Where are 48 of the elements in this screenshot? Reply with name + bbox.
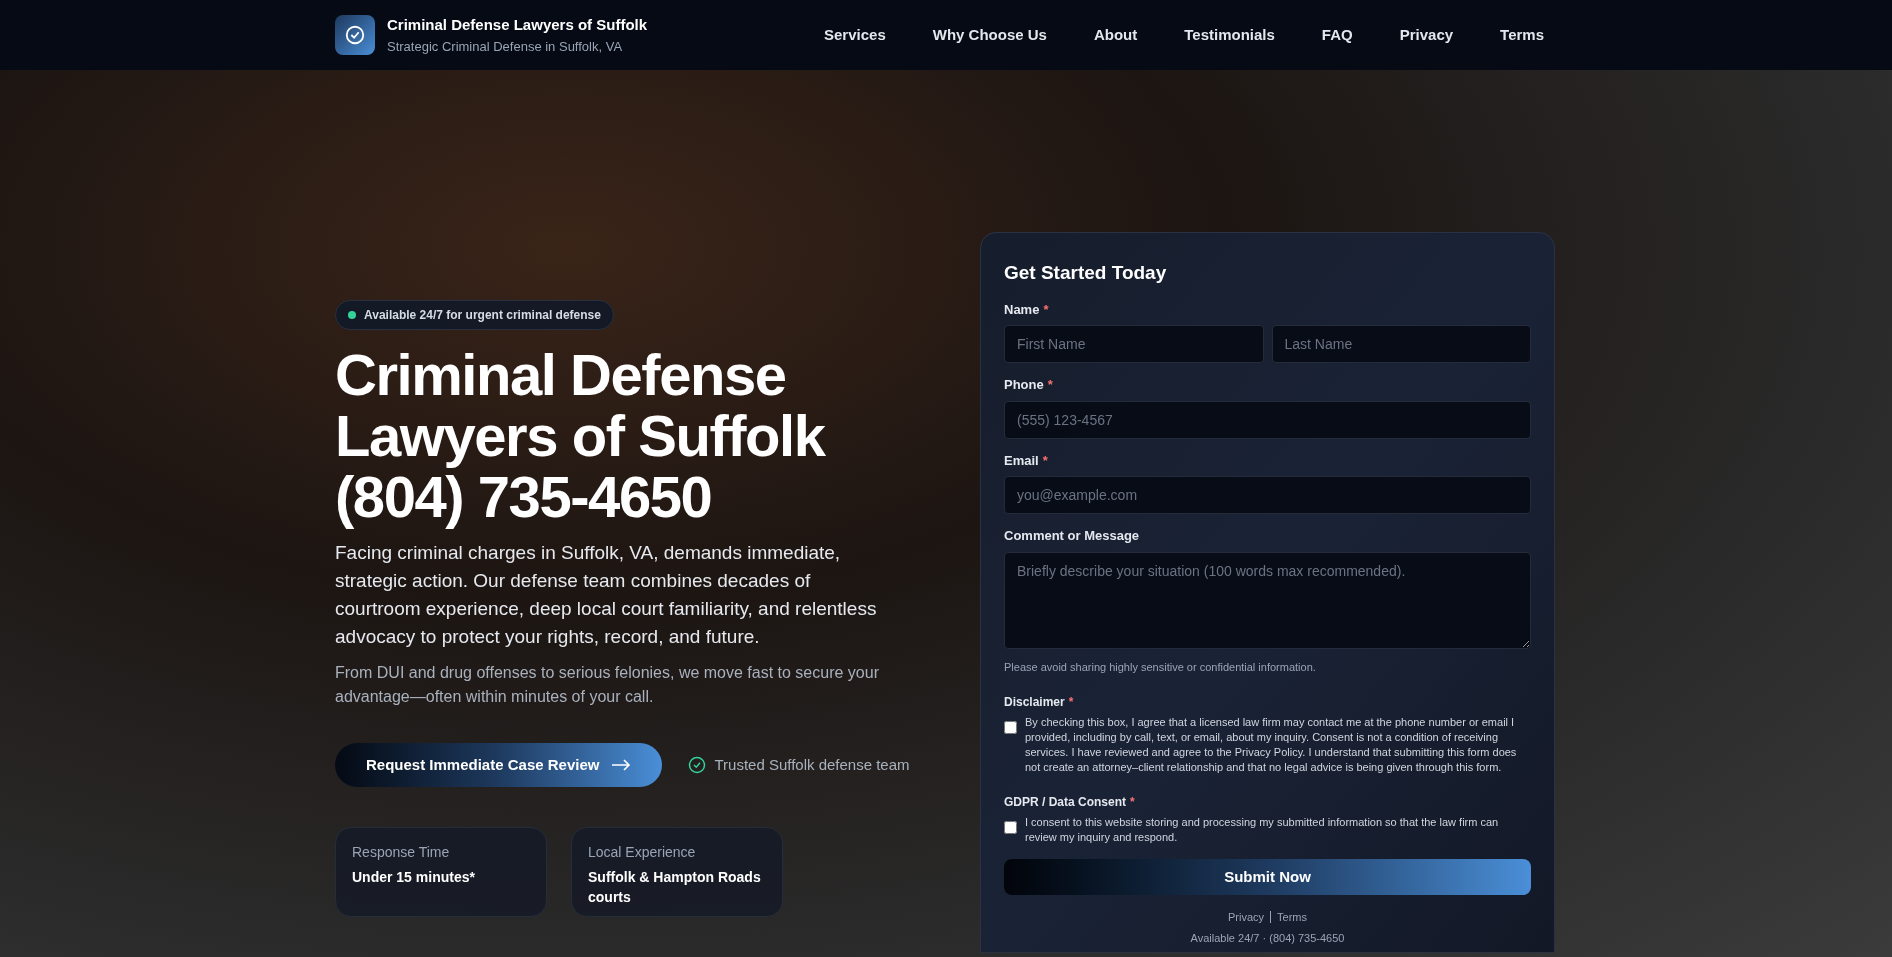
privacy-link[interactable]: Privacy (1228, 909, 1265, 926)
stat-label: Response Time (352, 843, 451, 862)
badge-text: Available 24/7 for urgent criminal defense (364, 307, 601, 324)
privacy-hint: Please avoid sharing highly sensitive or confidential information. (1004, 659, 1317, 675)
consent-text: By checking this box, I agree that a licensed law firm may contact me at the phone number or email I provided, including by call, text, or email, about my inquiry. Consent is not a condition of receiving services. I have reviewed and agree to the Privacy Policy. I understand that submitting this form does not create an attorney–client relationship and that no legal advice is being given through this form. (1025, 715, 1518, 775)
stat-value: Suffolk & Hampton Roads courts (588, 868, 762, 907)
required-asterisk: * (1130, 794, 1135, 811)
consent-checkbox[interactable] (1004, 721, 1017, 734)
nav-link[interactable]: Services (824, 23, 886, 47)
text-input-field[interactable]: (555) 123-4567 (1004, 400, 1531, 439)
field-label: Phone (1004, 376, 1044, 394)
consent-label: GDPR / Data Consent (1004, 794, 1126, 811)
field-label: Email (1004, 451, 1039, 470)
field-label: Name (1004, 300, 1040, 319)
check-logo-icon (335, 15, 375, 55)
consent-label: Disclaimer (1004, 694, 1065, 711)
trust-text: Trusted Suffolk defense team (714, 754, 910, 775)
form-title: Get Started Today (1004, 261, 1168, 285)
brand-title: Criminal Defense Lawyers of Suffolk (387, 15, 648, 35)
availability-note: Available 24/7 · (804) 735-4650 (1189, 930, 1346, 946)
field-label: Comment or Message (1004, 527, 1140, 545)
text-input-field[interactable]: First Name (1004, 325, 1264, 363)
nav-link[interactable]: Why Choose Us (932, 23, 1047, 47)
required-asterisk: * (1042, 451, 1048, 470)
terms-link[interactable]: Terms (1277, 909, 1307, 926)
arrow-right-icon (611, 759, 632, 771)
consent-text: I consent to this website storing and processing my submitted information so that the law firm can review my inquiry and respond. (1025, 815, 1500, 845)
nav-link[interactable]: Terms (1500, 23, 1544, 47)
text-input-field[interactable]: you@example.com (1004, 476, 1531, 514)
required-asterisk: * (1047, 376, 1053, 394)
required-asterisk: * (1043, 300, 1049, 319)
submit-button[interactable]: Submit Now (1004, 859, 1531, 895)
nav-link[interactable]: Privacy (1399, 23, 1454, 47)
hero-lead-paragraph: Facing criminal charges in Suffolk, VA, demands immediate, strategic action. Our defense team combines decades of courtroom experience, deep local court familiarity, and relentless advocacy to protect your rights, record, and future. (335, 541, 878, 649)
check-circle-icon (688, 756, 707, 774)
text-input-field[interactable]: Last Name (1271, 325, 1531, 363)
nav-link[interactable]: FAQ (1321, 23, 1353, 47)
message-field[interactable]: Briefly describe your situation (100 words max recommended). (1004, 551, 1531, 649)
stat-value: Under 15 minutes* (352, 868, 476, 887)
nav-link[interactable]: Testimonials (1184, 23, 1275, 47)
case-review-button[interactable]: Request Immediate Case Review (335, 743, 663, 787)
hero-sub-paragraph: From DUI and drug offenses to serious felonies, we move fast to secure your advantage—often within minutes of your call. (335, 663, 880, 707)
brand-subtitle: Strategic Criminal Defense in Suffolk, VA (387, 37, 624, 56)
nav-link[interactable]: About (1093, 23, 1138, 47)
stat-label: Local Experience (588, 843, 697, 862)
required-asterisk: * (1068, 694, 1074, 711)
hero-headline: Criminal Defense Lawyers of Suffolk (804) 735-4650 (335, 344, 827, 527)
consent-checkbox[interactable] (1004, 821, 1017, 834)
